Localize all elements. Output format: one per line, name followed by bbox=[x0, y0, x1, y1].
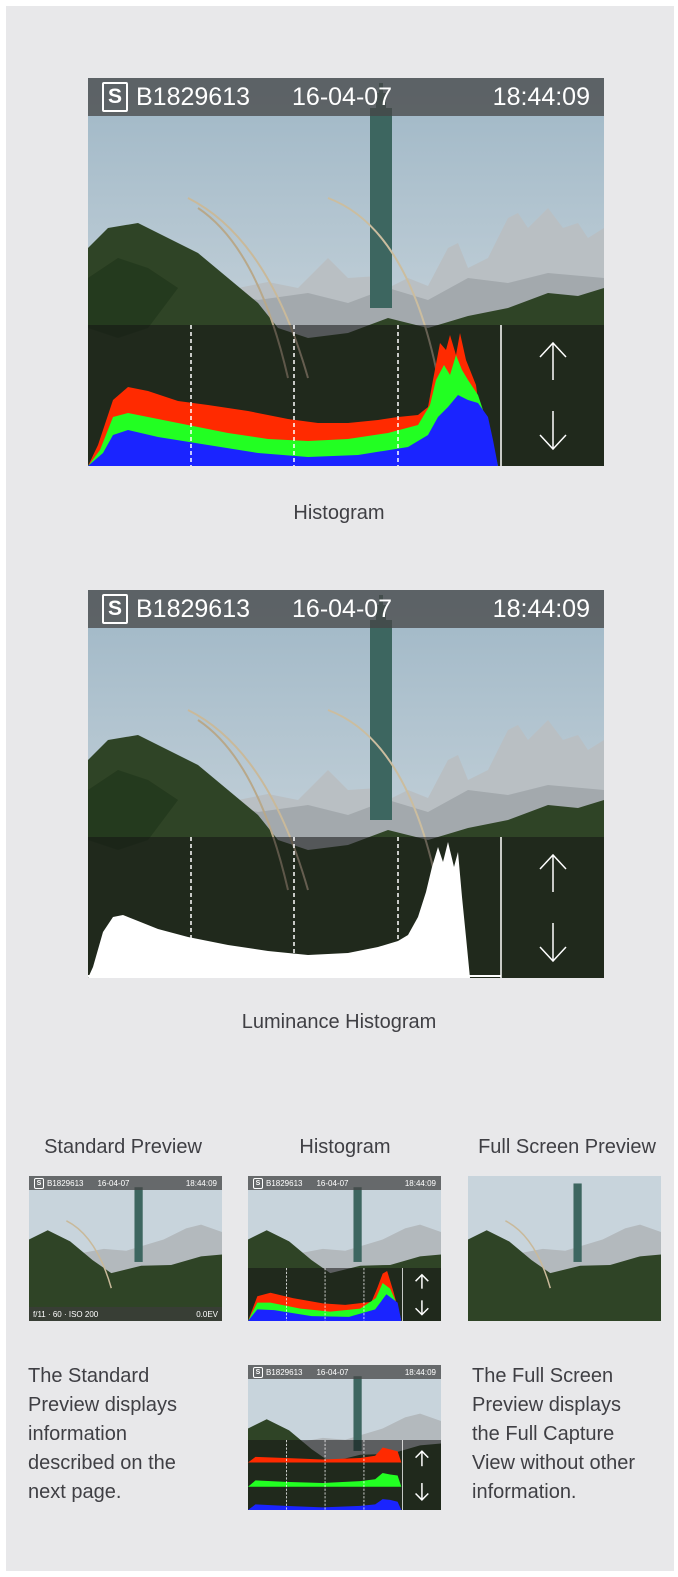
description-line: next page. bbox=[28, 1481, 122, 1503]
mini-rgb-histogram bbox=[248, 1268, 441, 1321]
thumb-info-bar: S B1829613 16-04-07 18:44:09 bbox=[29, 1176, 222, 1190]
time-label: 18:44:09 bbox=[185, 1178, 217, 1188]
description-line: described on the bbox=[28, 1452, 176, 1474]
time-label: 18:44:09 bbox=[404, 1367, 436, 1377]
rgb-histogram-overlay bbox=[88, 325, 604, 466]
down-arrow-icon[interactable] bbox=[415, 1483, 429, 1501]
up-arrow-icon[interactable] bbox=[539, 341, 567, 380]
time-label: 18:44:09 bbox=[492, 82, 590, 111]
image-id-label: B1829613 bbox=[136, 594, 251, 623]
up-arrow-icon[interactable] bbox=[415, 1273, 429, 1289]
description-line: Preview displays bbox=[28, 1394, 177, 1416]
down-arrow-icon[interactable] bbox=[415, 1300, 429, 1316]
luminance-histogram-caption: Luminance Histogram bbox=[241, 1011, 437, 1033]
camera-preview-rgb-histogram: S B1829613 16-04-07 18:44:09 bbox=[88, 78, 604, 466]
time-label: 18:44:09 bbox=[404, 1178, 436, 1188]
camera-info-bar: S B1829613 16-04-07 18:44:09 bbox=[88, 78, 604, 116]
description-line: The Standard bbox=[28, 1365, 150, 1387]
histogram-preview-thumbnail[interactable]: S B1829613 16-04-07 18:44:09 bbox=[248, 1176, 441, 1321]
date-label: 16-04-07 bbox=[292, 594, 393, 623]
date-label: 16-04-07 bbox=[292, 82, 393, 111]
separate-rgb-histogram-thumbnail[interactable]: S B1829613 16-04-07 18:44:09 bbox=[248, 1365, 441, 1510]
description-line: Preview displays bbox=[472, 1394, 621, 1416]
standard-preview-description: The Standard Preview displays informatio… bbox=[28, 1362, 228, 1507]
luminance-histogram-overlay bbox=[88, 837, 604, 978]
full-screen-preview-thumbnail[interactable] bbox=[468, 1176, 661, 1321]
full-screen-preview-description: The Full Screen Preview displays the Ful… bbox=[472, 1362, 672, 1507]
standard-preview-title: Standard Preview bbox=[44, 1136, 202, 1158]
description-line: View without other bbox=[472, 1452, 636, 1474]
histogram-caption: Histogram bbox=[293, 502, 385, 524]
mode-s-badge-icon: S bbox=[253, 1366, 263, 1378]
histogram-title: Histogram bbox=[299, 1136, 391, 1158]
ev-value-label: 0.0EV bbox=[196, 1309, 218, 1319]
image-id-label: B1829613 bbox=[266, 1367, 303, 1377]
time-label: 18:44:09 bbox=[492, 594, 590, 623]
full-screen-preview-title: Full Screen Preview bbox=[478, 1136, 656, 1158]
up-arrow-icon[interactable] bbox=[539, 853, 567, 892]
mode-s-badge-icon: S bbox=[102, 82, 128, 112]
date-label: 16-04-07 bbox=[97, 1178, 130, 1188]
camera-info-bar: S B1829613 16-04-07 18:44:09 bbox=[88, 590, 604, 628]
image-id-label: B1829613 bbox=[266, 1178, 303, 1188]
description-line: the Full Capture bbox=[472, 1423, 615, 1445]
exposure-info-bar: f/11 · 60 · ISO 200 0.0EV bbox=[29, 1307, 222, 1321]
mini-separate-rgb-histogram bbox=[248, 1440, 441, 1510]
luminance-histogram-fill bbox=[88, 842, 470, 978]
up-arrow-icon[interactable] bbox=[415, 1450, 429, 1467]
date-label: 16-04-07 bbox=[316, 1178, 349, 1188]
description-line: The Full Screen bbox=[472, 1365, 614, 1387]
down-arrow-icon[interactable] bbox=[539, 923, 567, 963]
standard-preview-thumbnail[interactable]: S B1829613 16-04-07 18:44:09 f/11 · 60 ·… bbox=[29, 1176, 222, 1321]
description-line: information. bbox=[472, 1481, 577, 1503]
mode-s-badge-icon: S bbox=[34, 1177, 44, 1189]
image-id-label: B1829613 bbox=[47, 1178, 84, 1188]
image-id-label: B1829613 bbox=[136, 82, 251, 111]
camera-preview-luminance-histogram: S B1829613 16-04-07 18:44:09 bbox=[88, 590, 604, 978]
mode-s-badge-icon: S bbox=[102, 594, 128, 624]
exposure-info-label: f/11 · 60 · ISO 200 bbox=[33, 1309, 99, 1319]
thumb-info-bar: S B1829613 16-04-07 18:44:09 bbox=[248, 1365, 441, 1379]
date-label: 16-04-07 bbox=[316, 1367, 349, 1377]
thumb-info-bar: S B1829613 16-04-07 18:44:09 bbox=[248, 1176, 441, 1190]
mode-s-badge-icon: S bbox=[253, 1177, 263, 1189]
description-line: information bbox=[28, 1423, 127, 1445]
down-arrow-icon[interactable] bbox=[539, 411, 567, 451]
